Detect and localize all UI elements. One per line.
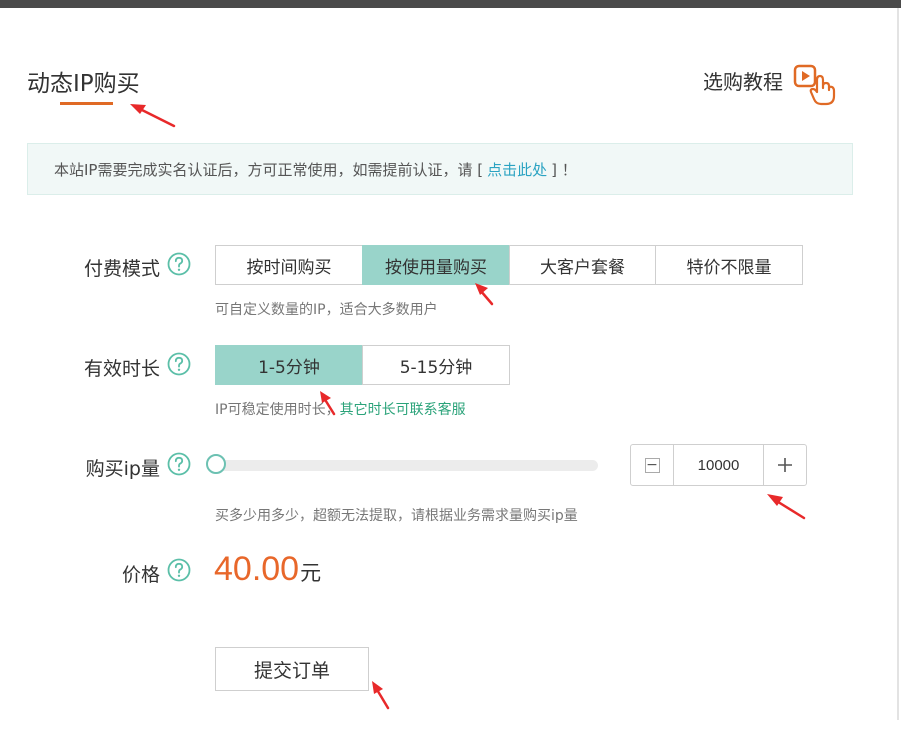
quantity-hint: 买多少用多少，超额无法提取，请根据业务需求量购买ip量 [215, 508, 578, 524]
question-circle-icon[interactable] [167, 352, 191, 380]
payment-option-unlimited[interactable]: 特价不限量 [655, 245, 803, 285]
quantity-slider-track[interactable] [212, 460, 598, 471]
notice-text-after: ] ！ [551, 160, 577, 179]
duration-option-1-5min[interactable]: 1-5分钟 [215, 345, 363, 385]
duration-hint: IP可稳定使用时长，其它时长可联系客服 [215, 399, 466, 419]
scrollbar-edge [897, 8, 899, 720]
payment-mode-group: 按时间购买 按使用量购买 大客户套餐 特价不限量 [215, 245, 803, 285]
plus-icon [778, 458, 792, 472]
price-amount: 40.00 [214, 550, 300, 588]
duration-label: 有效时长 [83, 358, 160, 380]
quantity-stepper: − [630, 444, 807, 486]
duration-hint-text: IP可稳定使用时长， [215, 402, 340, 418]
quantity-input[interactable] [674, 445, 763, 485]
title-underline [60, 102, 113, 105]
question-circle-icon[interactable] [167, 452, 191, 480]
duration-group: 1-5分钟 5-15分钟 [215, 345, 510, 385]
question-circle-icon[interactable] [167, 252, 191, 280]
quantity-slider-thumb[interactable] [206, 454, 226, 474]
play-hand-pointer-icon[interactable] [793, 64, 837, 110]
question-circle-icon[interactable] [167, 558, 191, 586]
payment-mode-label: 付费模式 [83, 258, 160, 280]
annotation-arrow [475, 283, 494, 306]
increment-button[interactable] [763, 445, 806, 485]
price-label: 价格 [121, 564, 160, 586]
submit-order-button[interactable]: 提交订单 [215, 647, 369, 691]
notice-click-link[interactable]: 点击此处 [487, 159, 547, 180]
payment-option-by-usage[interactable]: 按使用量购买 [362, 245, 510, 285]
verification-notice: 本站IP需要完成实名认证后，方可正常使用，如需提前认证，请 [ 点击此处 ] ！ [27, 143, 853, 195]
payment-option-by-time[interactable]: 按时间购买 [215, 245, 363, 285]
duration-option-5-15min[interactable]: 5-15分钟 [362, 345, 510, 385]
price-unit: 元 [300, 561, 322, 585]
top-bar [0, 0, 901, 8]
price-display: 40.00 元 [214, 550, 321, 589]
annotation-arrow [130, 104, 176, 128]
decrement-button[interactable]: − [631, 445, 674, 485]
contact-support-link[interactable]: 其它时长可联系客服 [340, 402, 466, 418]
payment-mode-hint: 可自定义数量的IP，适合大多数用户 [215, 302, 438, 318]
annotation-arrow [372, 681, 390, 710]
tutorial-link[interactable]: 选购教程 [703, 64, 837, 106]
notice-text-before: 本站IP需要完成实名认证后，方可正常使用，如需提前认证，请 [ [54, 160, 484, 179]
annotation-arrow [767, 494, 806, 520]
minus-icon: − [644, 457, 660, 473]
payment-option-enterprise[interactable]: 大客户套餐 [509, 245, 656, 285]
tutorial-label: 选购教程 [703, 70, 783, 94]
quantity-label: 购买ip量 [85, 458, 160, 480]
page-title: 动态IP购买 [27, 71, 140, 97]
